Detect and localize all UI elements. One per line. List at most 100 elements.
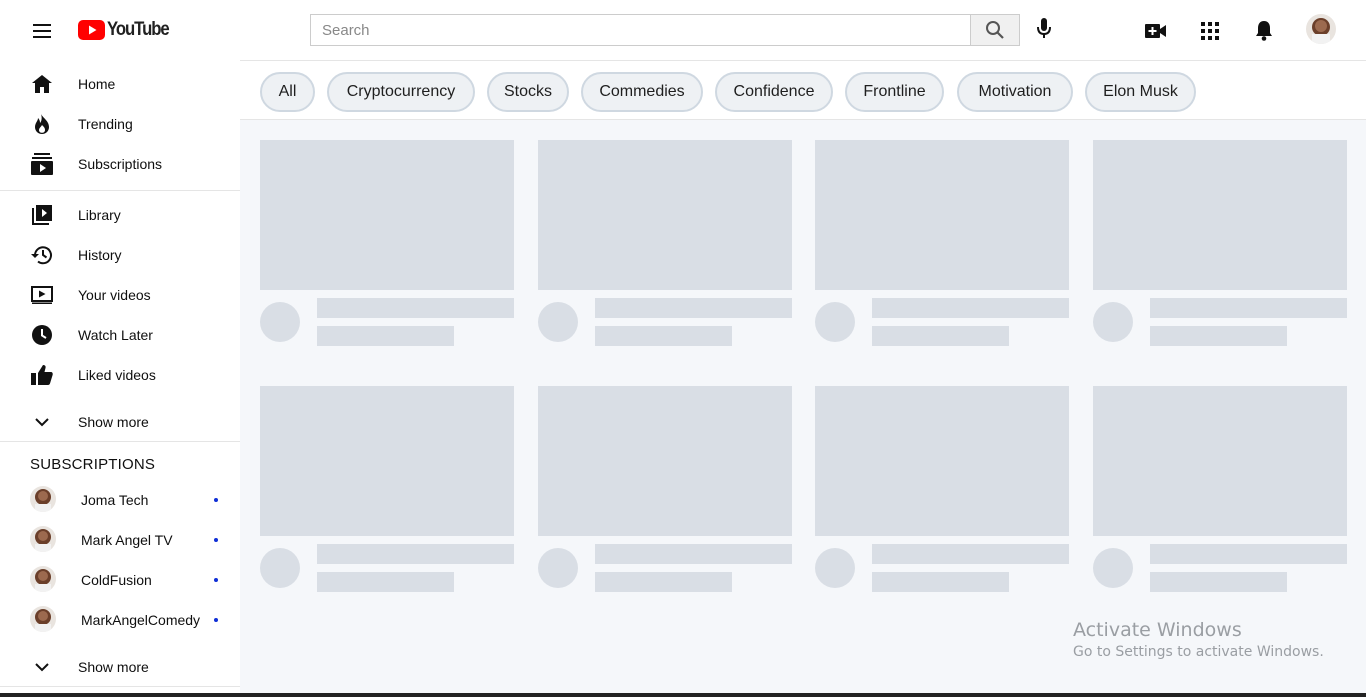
sidebar-item-trending[interactable]: Trending xyxy=(0,104,240,144)
chip-confidence[interactable]: Confidence xyxy=(715,72,833,112)
home-icon xyxy=(30,72,54,96)
subscription-label: MarkAngelComedy xyxy=(81,612,201,628)
subscription-item[interactable]: Joma Tech xyxy=(0,480,240,520)
meta-placeholder xyxy=(595,572,732,592)
thumbnail-placeholder xyxy=(1093,140,1347,290)
subscription-item[interactable]: ColdFusion xyxy=(0,560,240,600)
channel-avatar-placeholder xyxy=(538,548,578,588)
taskbar-edge xyxy=(0,693,1366,697)
chip-cryptocurrency[interactable]: Cryptocurrency xyxy=(327,72,475,112)
thumbnail-placeholder xyxy=(815,386,1069,536)
create-video-icon[interactable] xyxy=(1144,19,1168,43)
sidebar-item-label: Library xyxy=(78,207,121,223)
thumbnail-placeholder xyxy=(815,140,1069,290)
channel-avatar-placeholder xyxy=(538,302,578,342)
thumbnail-placeholder xyxy=(260,386,514,536)
channel-avatar-placeholder xyxy=(815,302,855,342)
video-grid xyxy=(240,120,1366,697)
chip-motivation[interactable]: Motivation xyxy=(957,72,1073,112)
show-more-label: Show more xyxy=(78,414,149,430)
channel-avatar xyxy=(30,486,56,512)
sidebar-divider xyxy=(0,686,240,687)
sidebar-item-label: Your videos xyxy=(78,287,151,303)
channel-avatar-placeholder xyxy=(1093,548,1133,588)
chip-all[interactable]: All xyxy=(260,72,315,112)
library-icon xyxy=(30,203,54,227)
thumbnail-placeholder xyxy=(538,140,792,290)
channel-avatar-placeholder xyxy=(815,548,855,588)
sidebar-item-watch-later[interactable]: Watch Later xyxy=(0,315,240,355)
sidebar-item-subscriptions[interactable]: Subscriptions xyxy=(0,144,240,184)
subscription-label: ColdFusion xyxy=(81,572,152,588)
subscriptions-icon xyxy=(30,152,54,176)
sidebar-item-liked-videos[interactable]: Liked videos xyxy=(0,355,240,395)
meta-placeholder xyxy=(595,326,732,346)
title-placeholder xyxy=(872,544,1069,564)
title-placeholder xyxy=(1150,298,1347,318)
subscriptions-show-more[interactable]: Show more xyxy=(0,647,240,687)
channel-avatar xyxy=(30,606,56,632)
new-content-dot xyxy=(214,578,218,582)
channel-avatar-placeholder xyxy=(260,302,300,342)
top-header: YouTube xyxy=(0,0,1366,60)
search-bar xyxy=(310,14,1020,46)
sidebar-item-library[interactable]: Library xyxy=(0,195,240,235)
sidebar-item-label: Subscriptions xyxy=(78,156,163,172)
title-placeholder xyxy=(317,544,514,564)
youtube-logo[interactable]: YouTube xyxy=(78,19,177,41)
new-content-dot xyxy=(214,538,218,542)
channel-avatar xyxy=(30,526,56,552)
new-content-dot xyxy=(214,498,218,502)
your-videos-icon xyxy=(30,283,54,307)
sidebar-item-label: History xyxy=(78,247,122,263)
sidebar-item-label: Watch Later xyxy=(78,327,153,343)
channel-avatar xyxy=(30,566,56,592)
sidebar-show-more[interactable]: Show more xyxy=(0,402,240,442)
meta-placeholder xyxy=(317,326,454,346)
sidebar-divider xyxy=(0,190,240,191)
filter-chip-bar: All Cryptocurrency Stocks Commedies Conf… xyxy=(240,60,1366,120)
subscription-label: Joma Tech xyxy=(81,492,149,508)
sidebar-item-home[interactable]: Home xyxy=(0,64,240,104)
title-placeholder xyxy=(317,298,514,318)
title-placeholder xyxy=(595,544,792,564)
subscription-item[interactable]: Mark Angel TV xyxy=(0,520,240,560)
notifications-icon[interactable] xyxy=(1252,19,1276,43)
chevron-down-icon xyxy=(30,655,54,679)
meta-placeholder xyxy=(1150,326,1287,346)
sidebar-item-your-videos[interactable]: Your videos xyxy=(0,275,240,315)
history-icon xyxy=(30,243,54,267)
youtube-play-logo-icon xyxy=(78,20,105,40)
thumbnail-placeholder xyxy=(260,140,514,290)
sidebar-divider xyxy=(0,441,240,442)
search-button[interactable] xyxy=(970,14,1020,46)
thumbnail-placeholder xyxy=(1093,386,1347,536)
search-input[interactable] xyxy=(310,14,970,46)
meta-placeholder xyxy=(872,572,1009,592)
subscription-item[interactable]: MarkAngelComedy xyxy=(0,600,240,640)
meta-placeholder xyxy=(317,572,454,592)
user-avatar[interactable] xyxy=(1306,14,1336,44)
title-placeholder xyxy=(872,298,1069,318)
mic-icon[interactable] xyxy=(1032,15,1056,43)
search-icon xyxy=(986,21,1004,39)
sidebar: Home Trending Subscriptions Library Hist… xyxy=(0,60,240,697)
logo-text: YouTube xyxy=(107,19,170,40)
liked-videos-icon xyxy=(30,363,54,387)
subscriptions-heading: SUBSCRIPTIONS xyxy=(30,456,156,473)
meta-placeholder xyxy=(1150,572,1287,592)
sidebar-item-label: Home xyxy=(78,76,116,92)
sidebar-item-history[interactable]: History xyxy=(0,235,240,275)
chip-commedies[interactable]: Commedies xyxy=(581,72,703,112)
subscription-label: Mark Angel TV xyxy=(81,532,173,548)
channel-avatar-placeholder xyxy=(260,548,300,588)
apps-icon[interactable] xyxy=(1198,19,1222,43)
title-placeholder xyxy=(595,298,792,318)
menu-icon[interactable] xyxy=(26,16,58,46)
chip-frontline[interactable]: Frontline xyxy=(845,72,944,112)
chevron-down-icon xyxy=(30,410,54,434)
chip-stocks[interactable]: Stocks xyxy=(487,72,569,112)
chip-elon-musk[interactable]: Elon Musk xyxy=(1085,72,1196,112)
meta-placeholder xyxy=(872,326,1009,346)
show-more-label: Show more xyxy=(78,659,149,675)
